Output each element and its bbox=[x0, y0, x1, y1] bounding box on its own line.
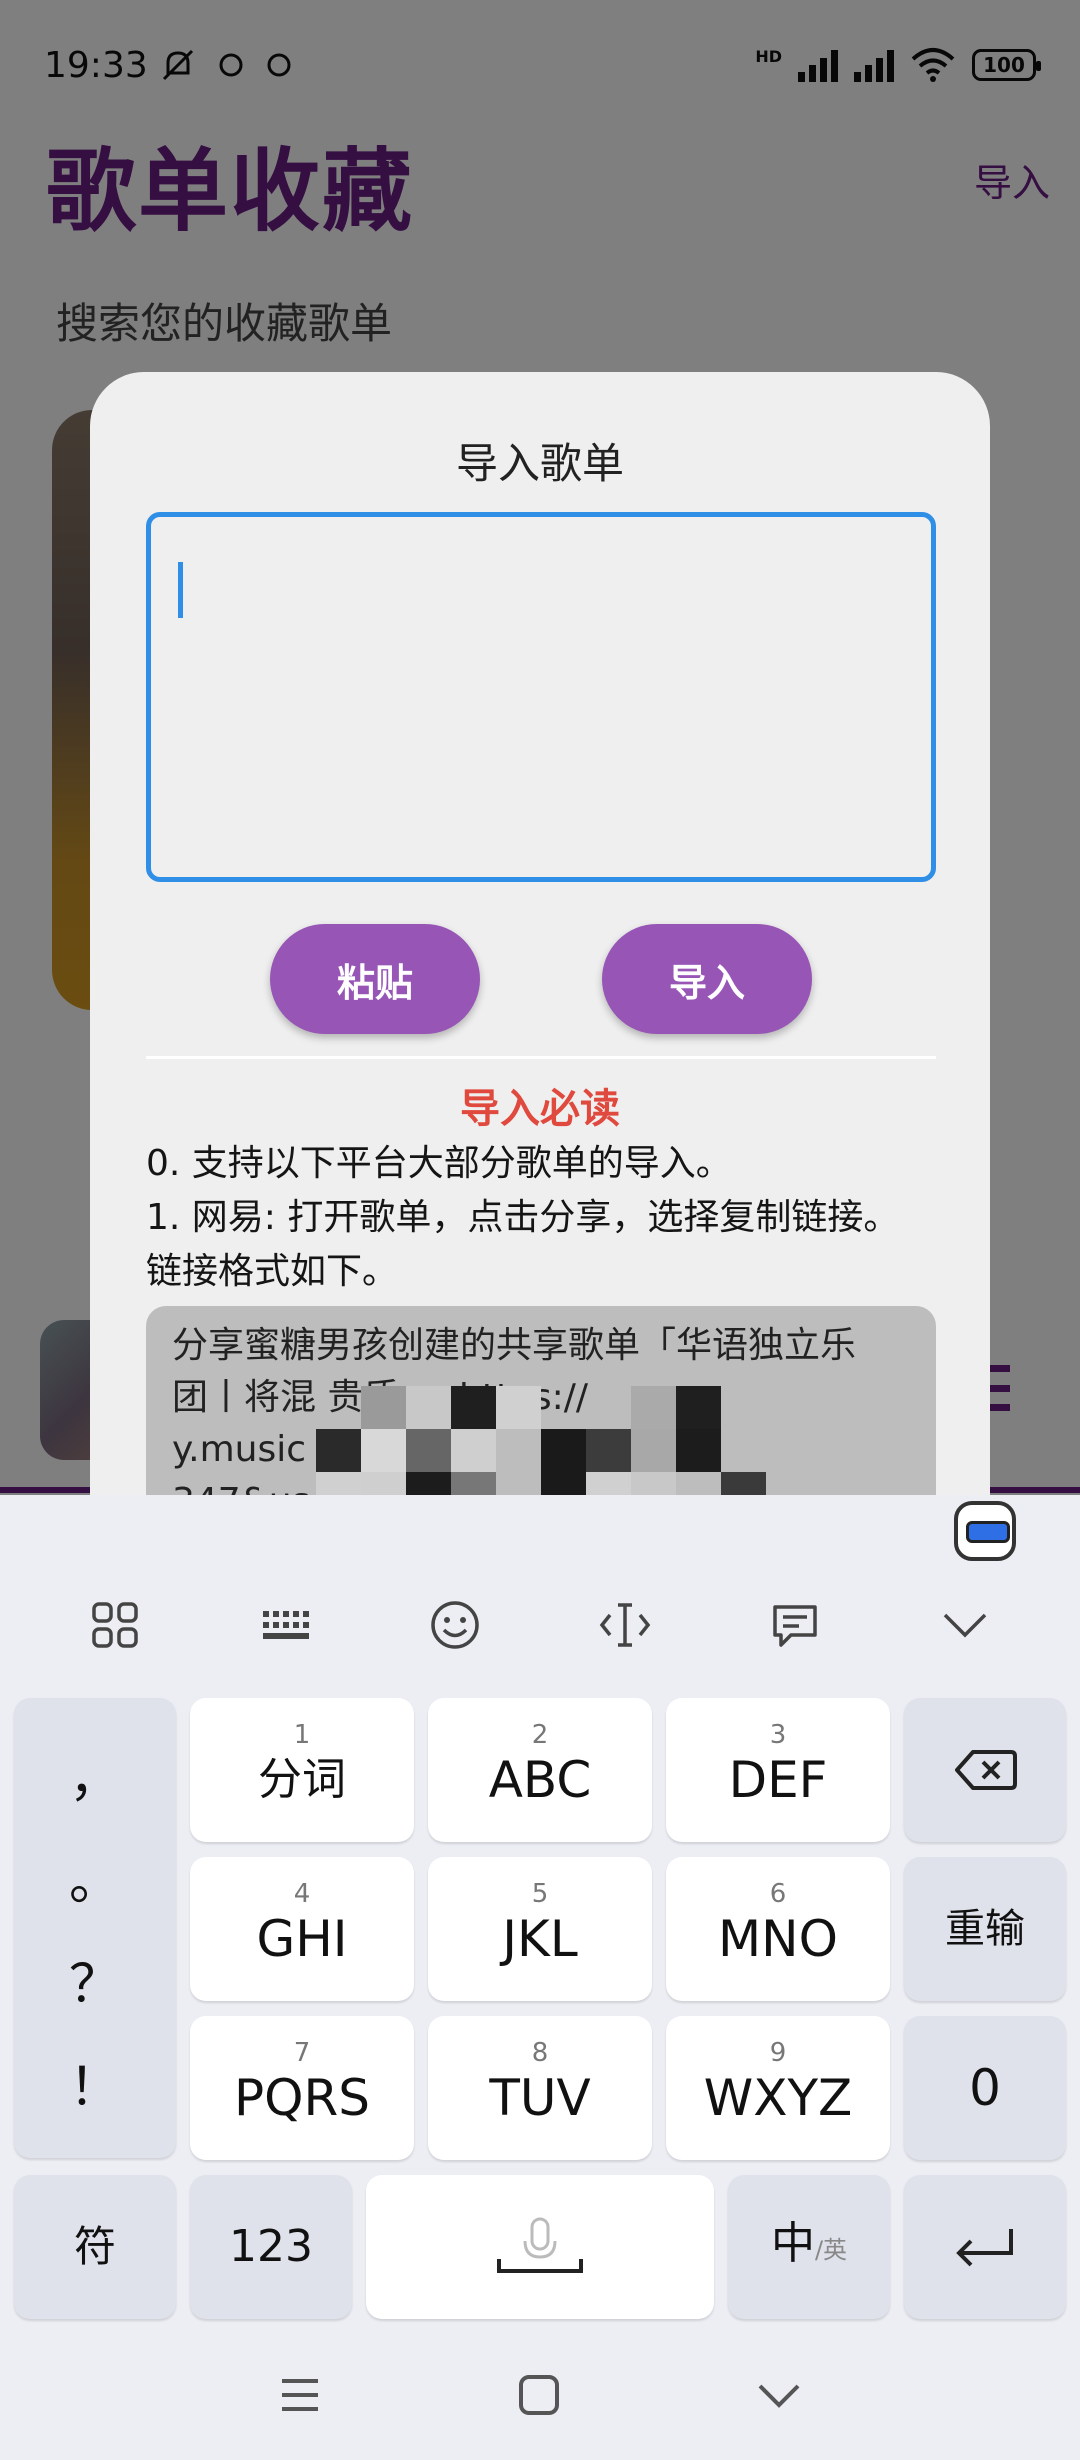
punct-key[interactable]: ， bbox=[69, 1736, 121, 1811]
punctuation-column[interactable]: ， 。 ？ ！ bbox=[14, 1698, 176, 2158]
text-cursor bbox=[178, 562, 183, 618]
notice-line: 链接格式如下。 bbox=[146, 1251, 399, 1292]
numbers-key[interactable]: 123 bbox=[190, 2175, 352, 2319]
divider bbox=[146, 1056, 936, 1059]
redaction-mosaic bbox=[316, 1386, 766, 1512]
reinput-key[interactable]: 重输 bbox=[904, 1857, 1066, 2001]
key-9[interactable]: 9 WXYZ bbox=[666, 2016, 890, 2160]
emoji-icon[interactable] bbox=[425, 1595, 485, 1655]
punct-key[interactable]: ！ bbox=[69, 2045, 121, 2120]
language-toggle-key[interactable]: 中/英 bbox=[728, 2175, 890, 2319]
backspace-icon bbox=[955, 1750, 1017, 1790]
menu-icon[interactable] bbox=[278, 2375, 322, 2415]
home-icon[interactable] bbox=[517, 2373, 561, 2417]
cursor-icon[interactable] bbox=[595, 1595, 655, 1655]
playlist-link-input[interactable] bbox=[146, 512, 936, 882]
dialog-title: 导入歌单 bbox=[455, 439, 624, 488]
enter-icon bbox=[956, 2229, 1013, 2267]
import-button[interactable]: 导入 bbox=[602, 924, 812, 1034]
example-link-box: 分享蜜糖男孩创建的共享歌单「华语独立乐 团丨将混 贵质」: https:// y… bbox=[146, 1306, 936, 1512]
enter-key[interactable] bbox=[904, 2175, 1066, 2319]
import-dialog: 导入歌单 粘贴 导入 导入必读 0. 支持以下平台大部分歌单的导入。 1. 网易… bbox=[90, 372, 990, 1512]
notice-line: 1. 网易: 打开歌单，点击分享，选择复制链接。 bbox=[146, 1197, 900, 1238]
grid-icon[interactable] bbox=[85, 1595, 145, 1655]
key-5[interactable]: 5 JKL bbox=[428, 1857, 652, 2001]
notice-title: 导入必读 bbox=[460, 1086, 620, 1132]
system-nav-bar bbox=[0, 2330, 1080, 2460]
key-7[interactable]: 7 PQRS bbox=[190, 2016, 414, 2160]
space-key[interactable] bbox=[366, 2175, 714, 2319]
key-2[interactable]: 2 ABC bbox=[428, 1698, 652, 1842]
keyboard-mascot-icon[interactable] bbox=[954, 1501, 1016, 1561]
key-8[interactable]: 8 TUV bbox=[428, 2016, 652, 2160]
collapse-icon[interactable] bbox=[935, 1595, 995, 1655]
key-3[interactable]: 3 DEF bbox=[666, 1698, 890, 1842]
backspace-key[interactable] bbox=[904, 1698, 1066, 1842]
symbols-key[interactable]: 符 bbox=[14, 2175, 176, 2319]
paste-button[interactable]: 粘贴 bbox=[270, 924, 480, 1034]
key-4[interactable]: 4 GHI bbox=[190, 1857, 414, 2001]
key-6[interactable]: 6 MNO bbox=[666, 1857, 890, 2001]
key-1[interactable]: 1 分词 bbox=[190, 1698, 414, 1842]
zero-key[interactable]: 0 bbox=[904, 2016, 1066, 2160]
back-icon[interactable] bbox=[756, 2378, 802, 2412]
keyboard-icon[interactable] bbox=[255, 1595, 315, 1655]
punct-key[interactable]: ？ bbox=[69, 1942, 121, 2017]
keyboard-toolbar bbox=[0, 1585, 1080, 1665]
punct-key[interactable]: 。 bbox=[69, 1839, 121, 1914]
microphone-icon bbox=[497, 2217, 583, 2273]
example-line: 分享蜜糖男孩创建的共享歌单「华语独立乐 bbox=[172, 1325, 857, 1366]
notice-line: 0. 支持以下平台大部分歌单的导入。 bbox=[146, 1143, 732, 1184]
clipboard-icon[interactable] bbox=[765, 1595, 825, 1655]
